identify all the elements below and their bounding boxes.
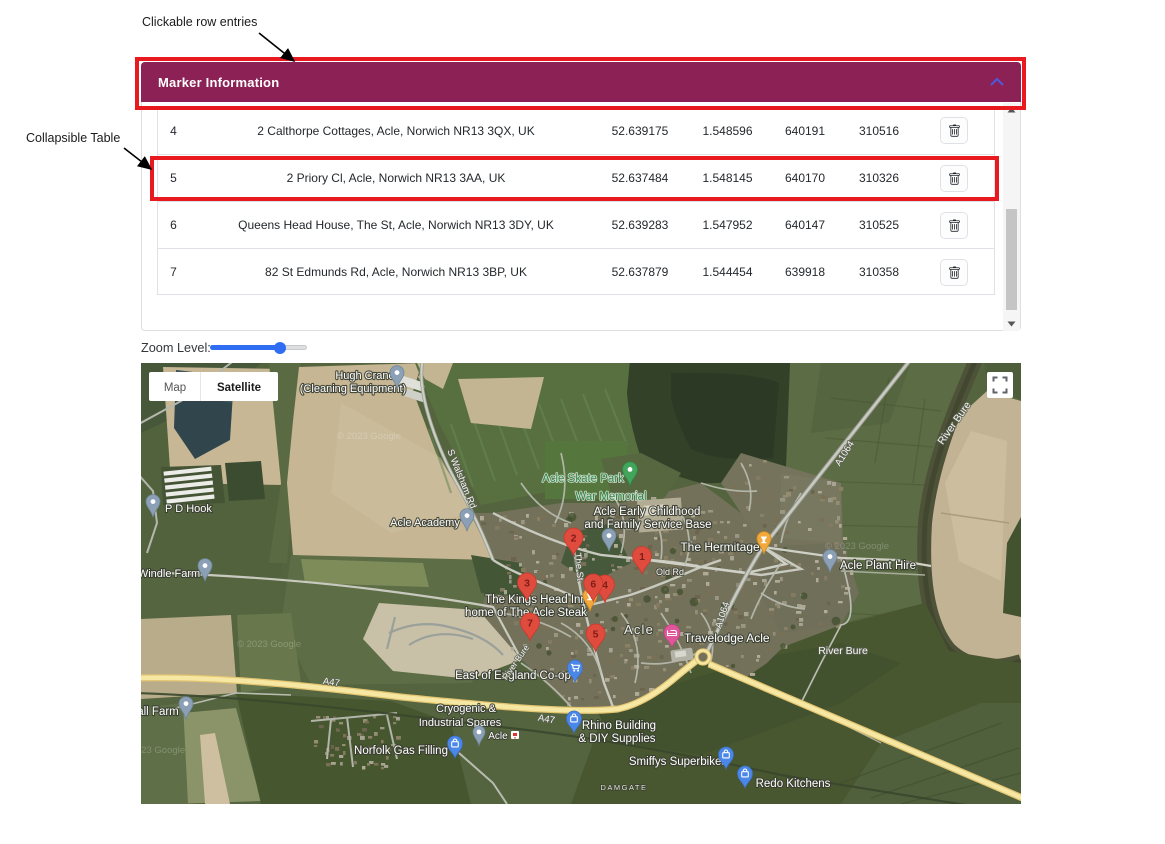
svg-text:Smiffys Superbikes: Smiffys Superbikes	[629, 756, 727, 768]
svg-text:Acle: Acle	[624, 622, 654, 637]
svg-text:The Kings Head Inn: The Kings Head Inn	[485, 594, 587, 606]
svg-text:Hugh Crane: Hugh Crane	[335, 370, 394, 382]
svg-text:(Cleaning Equipment): (Cleaning Equipment)	[300, 383, 406, 395]
svg-text:Acle Early Childhood: Acle Early Childhood	[594, 506, 701, 518]
svg-text:P D Hook: P D Hook	[165, 503, 212, 515]
svg-text:© 2023 Google: © 2023 Google	[337, 431, 401, 442]
svg-text:Cryogenic &: Cryogenic &	[436, 703, 497, 715]
svg-text:all Farm: all Farm	[141, 706, 179, 718]
svg-text:A47: A47	[322, 676, 340, 689]
svg-text:River Bure: River Bure	[818, 645, 868, 657]
svg-text:Windle Farm: Windle Farm	[141, 568, 200, 580]
svg-text:Old Rd: Old Rd	[656, 567, 684, 577]
svg-text:Acle Skate Park: Acle Skate Park	[542, 473, 624, 485]
svg-text:and Family Service Base: and Family Service Base	[584, 519, 711, 531]
svg-text:Satellite: Satellite	[217, 382, 261, 394]
svg-text:& DIY Supplies: & DIY Supplies	[578, 733, 655, 745]
svg-text:7: 7	[527, 618, 533, 630]
svg-text:Acle Academy: Acle Academy	[390, 517, 460, 529]
svg-text:4: 4	[602, 580, 608, 592]
svg-text:War Memorial: War Memorial	[575, 491, 646, 503]
svg-text:DAMGATE: DAMGATE	[600, 783, 647, 792]
svg-text:Rhino Building: Rhino Building	[582, 720, 656, 732]
svg-text:© 2023 Google: © 2023 Google	[141, 745, 185, 756]
svg-text:Travelodge Acle: Travelodge Acle	[684, 631, 770, 645]
svg-text:2: 2	[571, 533, 577, 545]
svg-text:Norfolk Gas Filling: Norfolk Gas Filling	[354, 745, 448, 757]
svg-text:© 2023 Google: © 2023 Google	[825, 541, 889, 552]
svg-text:6: 6	[590, 579, 596, 591]
svg-text:Map: Map	[164, 382, 186, 394]
svg-text:The Hermitage: The Hermitage	[680, 540, 760, 554]
svg-text:1: 1	[639, 551, 645, 563]
svg-text:3: 3	[524, 578, 530, 590]
svg-text:© 2023 Google: © 2023 Google	[237, 639, 301, 650]
svg-text:Acle Plant Hire: Acle Plant Hire	[840, 560, 916, 572]
svg-text:Industrial Spares: Industrial Spares	[419, 717, 502, 729]
svg-text:Redo Kitchens: Redo Kitchens	[756, 778, 831, 790]
svg-text:Acle: Acle	[488, 731, 508, 742]
svg-text:5: 5	[593, 629, 599, 641]
